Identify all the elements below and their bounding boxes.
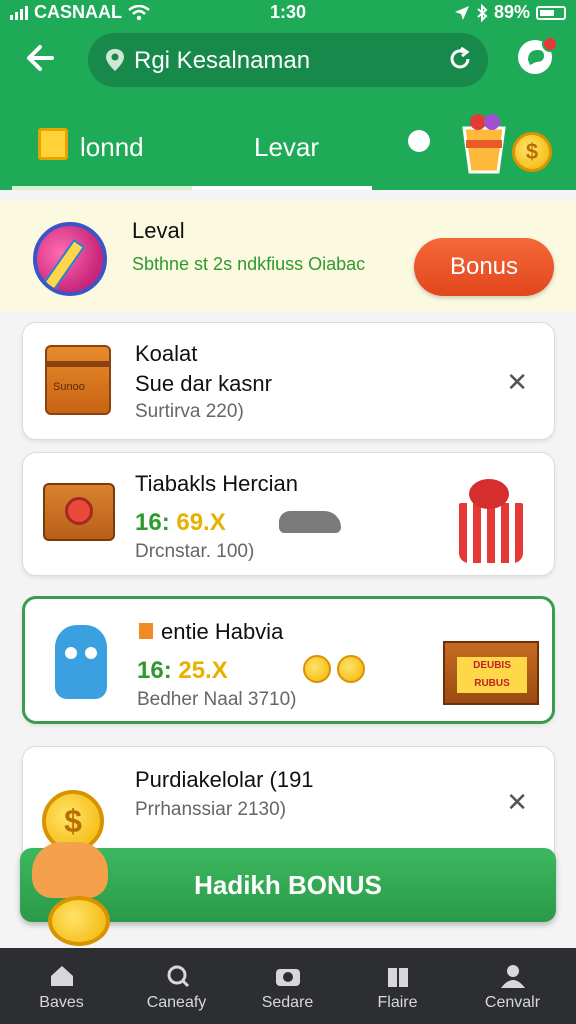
nav-item-store[interactable]: Flaire: [340, 948, 455, 1024]
fruit-drink-icon: [462, 114, 506, 174]
level-badge-icon: [33, 222, 107, 296]
status-bar: CASNAAL 1:30 89%: [0, 0, 576, 26]
nav-label: Flaire: [377, 994, 418, 1011]
nav-label: Sedare: [261, 994, 314, 1011]
fruit-basket-icon: [459, 479, 523, 563]
search-bar[interactable]: Rgi Kesalnaman: [88, 33, 488, 87]
card-meta: Bedher Naal 3710): [137, 689, 297, 710]
card-reward: 16: 69.X: [135, 509, 226, 536]
home-icon: [50, 966, 73, 986]
location-arrow-icon: [454, 5, 469, 20]
tab-indicator: [12, 186, 192, 190]
bonus-button[interactable]: Bonus: [414, 238, 554, 296]
app-header: CASNAAL 1:30 89% Rgi Kesalnaman lonnd Le…: [0, 0, 576, 190]
nav-label: Caneafy: [146, 994, 207, 1011]
nav-item-camera[interactable]: Sedare: [230, 948, 345, 1024]
flag-icon: [139, 623, 153, 639]
search-text: Rgi Kesalnaman: [134, 47, 311, 74]
bottom-navigation: Baves Caneafy Sedare Flaire Cenvalr: [0, 948, 576, 1024]
gift-icon: [38, 128, 68, 160]
search-icon: [167, 965, 189, 988]
mascot-icon: $: [28, 770, 120, 950]
location-pin-icon: [106, 49, 124, 71]
coins-icon: [303, 655, 369, 685]
sparkle-icon: [408, 130, 430, 152]
tab-lonnd[interactable]: lonnd: [0, 118, 192, 190]
pet-icon: [55, 625, 107, 699]
card-title: Tiabakls Hercian: [135, 471, 299, 496]
bluetooth-icon: [477, 3, 488, 22]
store-icon: [387, 968, 408, 987]
card-meta: Drcnstar. 100): [135, 541, 255, 562]
nav-item-search[interactable]: Caneafy: [119, 948, 234, 1024]
coin-icon: $: [512, 132, 552, 172]
battery-percent: 89%: [493, 2, 530, 22]
nav-item-home[interactable]: Baves: [4, 948, 119, 1024]
level-title: Leval: [132, 218, 185, 243]
card-meta: Prrhanssiar 2130): [135, 799, 287, 820]
task-card[interactable]: Sunoo Koalat Sue dar kasnr Surtirva 220)…: [22, 322, 555, 440]
treasure-crate-icon: DEUBIS RUBUS: [443, 641, 539, 705]
nav-label: Baves: [39, 994, 84, 1011]
nav-label: Cenvalr: [484, 994, 541, 1011]
card-meta: Surtirva 220): [135, 401, 244, 422]
close-icon[interactable]: ✕: [506, 367, 528, 398]
level-description: Sbthne st 2s ndkfiuss Oiabac: [132, 254, 366, 274]
box-icon: Sunoo: [45, 345, 111, 415]
notification-button[interactable]: [518, 36, 558, 74]
task-card-highlighted[interactable]: entie Habvia 16: 25.X Bedher Naal 3710) …: [22, 596, 555, 724]
battery-icon: [536, 5, 566, 20]
coin-stack-icon: [48, 896, 110, 946]
car-icon: [279, 511, 341, 533]
profile-icon: [500, 965, 525, 988]
nav-item-profile[interactable]: Cenvalr: [455, 948, 570, 1024]
card-reward: 16: 25.X: [137, 657, 228, 684]
card-title: Purdiakelolar (191: [135, 767, 314, 792]
suitcase-icon: [43, 483, 115, 541]
notification-badge: [542, 36, 558, 52]
back-button[interactable]: [20, 40, 60, 80]
close-icon[interactable]: ✕: [506, 787, 528, 818]
card-title: Koalat: [135, 341, 198, 366]
card-title: entie Habvia: [161, 619, 284, 644]
reload-icon[interactable]: [446, 45, 474, 73]
tab-indicator-active: [192, 186, 372, 190]
card-subtitle: Sue dar kasnr: [135, 371, 272, 396]
back-arrow-icon: [27, 45, 54, 71]
tab-levar[interactable]: Levar: [192, 118, 374, 190]
tab-label: lonnd: [80, 132, 144, 162]
tab-label: Levar: [254, 132, 320, 162]
camera-icon: [275, 969, 300, 986]
task-card[interactable]: Tiabakls Hercian 16: 69.X Drcnstar. 100): [22, 452, 555, 576]
crate-label: DEUBIS RUBUS: [457, 657, 527, 693]
